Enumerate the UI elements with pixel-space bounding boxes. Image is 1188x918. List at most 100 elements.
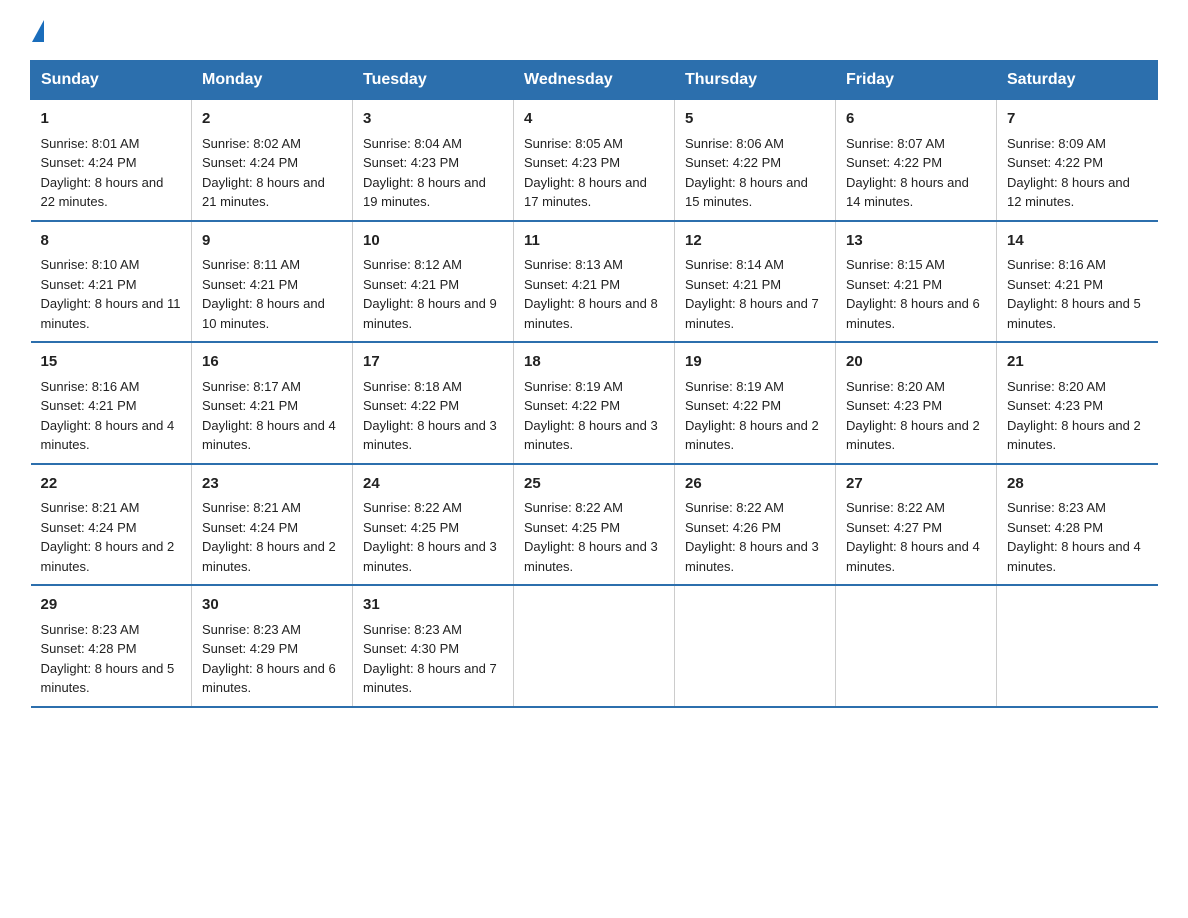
calendar-cell: 9 Sunrise: 8:11 AMSunset: 4:21 PMDayligh… — [192, 221, 353, 343]
weekday-header-sunday: Sunday — [31, 61, 192, 100]
day-number: 29 — [41, 594, 182, 617]
calendar-cell: 19 Sunrise: 8:19 AMSunset: 4:22 PMDaylig… — [675, 342, 836, 464]
day-info: Sunrise: 8:01 AMSunset: 4:24 PMDaylight:… — [41, 136, 164, 210]
day-info: Sunrise: 8:21 AMSunset: 4:24 PMDaylight:… — [202, 500, 336, 574]
day-number: 8 — [41, 230, 182, 253]
day-info: Sunrise: 8:02 AMSunset: 4:24 PMDaylight:… — [202, 136, 325, 210]
calendar-cell: 31 Sunrise: 8:23 AMSunset: 4:30 PMDaylig… — [353, 585, 514, 707]
day-number: 18 — [524, 351, 664, 374]
day-info: Sunrise: 8:15 AMSunset: 4:21 PMDaylight:… — [846, 257, 980, 331]
calendar-cell: 7 Sunrise: 8:09 AMSunset: 4:22 PMDayligh… — [997, 100, 1158, 221]
day-number: 17 — [363, 351, 503, 374]
day-info: Sunrise: 8:21 AMSunset: 4:24 PMDaylight:… — [41, 500, 175, 574]
day-number: 4 — [524, 108, 664, 131]
weekday-header-saturday: Saturday — [997, 61, 1158, 100]
weekday-header-wednesday: Wednesday — [514, 61, 675, 100]
day-number: 1 — [41, 108, 182, 131]
day-number: 28 — [1007, 473, 1148, 496]
calendar-cell — [514, 585, 675, 707]
day-info: Sunrise: 8:05 AMSunset: 4:23 PMDaylight:… — [524, 136, 647, 210]
day-info: Sunrise: 8:09 AMSunset: 4:22 PMDaylight:… — [1007, 136, 1130, 210]
day-number: 14 — [1007, 230, 1148, 253]
day-number: 21 — [1007, 351, 1148, 374]
calendar-cell — [836, 585, 997, 707]
day-number: 31 — [363, 594, 503, 617]
logo-triangle-icon — [32, 20, 44, 42]
day-number: 7 — [1007, 108, 1148, 131]
calendar-cell — [675, 585, 836, 707]
day-info: Sunrise: 8:16 AMSunset: 4:21 PMDaylight:… — [1007, 257, 1141, 331]
weekday-header-friday: Friday — [836, 61, 997, 100]
calendar-cell: 25 Sunrise: 8:22 AMSunset: 4:25 PMDaylig… — [514, 464, 675, 586]
day-number: 25 — [524, 473, 664, 496]
calendar-table: SundayMondayTuesdayWednesdayThursdayFrid… — [30, 60, 1158, 708]
page-header — [30, 20, 1158, 40]
calendar-week-row: 29 Sunrise: 8:23 AMSunset: 4:28 PMDaylig… — [31, 585, 1158, 707]
calendar-cell: 28 Sunrise: 8:23 AMSunset: 4:28 PMDaylig… — [997, 464, 1158, 586]
day-info: Sunrise: 8:07 AMSunset: 4:22 PMDaylight:… — [846, 136, 969, 210]
day-info: Sunrise: 8:23 AMSunset: 4:30 PMDaylight:… — [363, 622, 497, 696]
day-info: Sunrise: 8:19 AMSunset: 4:22 PMDaylight:… — [685, 379, 819, 453]
calendar-cell: 24 Sunrise: 8:22 AMSunset: 4:25 PMDaylig… — [353, 464, 514, 586]
day-info: Sunrise: 8:13 AMSunset: 4:21 PMDaylight:… — [524, 257, 658, 331]
calendar-cell: 20 Sunrise: 8:20 AMSunset: 4:23 PMDaylig… — [836, 342, 997, 464]
day-number: 2 — [202, 108, 342, 131]
day-number: 9 — [202, 230, 342, 253]
logo-text — [30, 20, 44, 44]
day-number: 27 — [846, 473, 986, 496]
day-info: Sunrise: 8:20 AMSunset: 4:23 PMDaylight:… — [846, 379, 980, 453]
day-number: 5 — [685, 108, 825, 131]
day-number: 24 — [363, 473, 503, 496]
calendar-week-row: 8 Sunrise: 8:10 AMSunset: 4:21 PMDayligh… — [31, 221, 1158, 343]
day-number: 20 — [846, 351, 986, 374]
day-number: 19 — [685, 351, 825, 374]
calendar-cell: 6 Sunrise: 8:07 AMSunset: 4:22 PMDayligh… — [836, 100, 997, 221]
calendar-cell: 27 Sunrise: 8:22 AMSunset: 4:27 PMDaylig… — [836, 464, 997, 586]
day-number: 11 — [524, 230, 664, 253]
day-info: Sunrise: 8:20 AMSunset: 4:23 PMDaylight:… — [1007, 379, 1141, 453]
calendar-cell — [997, 585, 1158, 707]
calendar-cell: 12 Sunrise: 8:14 AMSunset: 4:21 PMDaylig… — [675, 221, 836, 343]
day-info: Sunrise: 8:22 AMSunset: 4:26 PMDaylight:… — [685, 500, 819, 574]
day-number: 3 — [363, 108, 503, 131]
calendar-cell: 17 Sunrise: 8:18 AMSunset: 4:22 PMDaylig… — [353, 342, 514, 464]
day-info: Sunrise: 8:10 AMSunset: 4:21 PMDaylight:… — [41, 257, 181, 331]
day-info: Sunrise: 8:23 AMSunset: 4:28 PMDaylight:… — [41, 622, 175, 696]
logo — [30, 20, 44, 40]
calendar-cell: 13 Sunrise: 8:15 AMSunset: 4:21 PMDaylig… — [836, 221, 997, 343]
day-info: Sunrise: 8:19 AMSunset: 4:22 PMDaylight:… — [524, 379, 658, 453]
calendar-cell: 22 Sunrise: 8:21 AMSunset: 4:24 PMDaylig… — [31, 464, 192, 586]
day-number: 30 — [202, 594, 342, 617]
calendar-cell: 18 Sunrise: 8:19 AMSunset: 4:22 PMDaylig… — [514, 342, 675, 464]
day-number: 22 — [41, 473, 182, 496]
day-number: 13 — [846, 230, 986, 253]
weekday-header-thursday: Thursday — [675, 61, 836, 100]
calendar-cell: 14 Sunrise: 8:16 AMSunset: 4:21 PMDaylig… — [997, 221, 1158, 343]
weekday-header-tuesday: Tuesday — [353, 61, 514, 100]
day-info: Sunrise: 8:16 AMSunset: 4:21 PMDaylight:… — [41, 379, 175, 453]
day-number: 10 — [363, 230, 503, 253]
day-info: Sunrise: 8:22 AMSunset: 4:27 PMDaylight:… — [846, 500, 980, 574]
day-number: 6 — [846, 108, 986, 131]
day-info: Sunrise: 8:18 AMSunset: 4:22 PMDaylight:… — [363, 379, 497, 453]
day-info: Sunrise: 8:23 AMSunset: 4:28 PMDaylight:… — [1007, 500, 1141, 574]
weekday-header-monday: Monday — [192, 61, 353, 100]
calendar-cell: 5 Sunrise: 8:06 AMSunset: 4:22 PMDayligh… — [675, 100, 836, 221]
day-info: Sunrise: 8:11 AMSunset: 4:21 PMDaylight:… — [202, 257, 325, 331]
calendar-week-row: 22 Sunrise: 8:21 AMSunset: 4:24 PMDaylig… — [31, 464, 1158, 586]
day-info: Sunrise: 8:12 AMSunset: 4:21 PMDaylight:… — [363, 257, 497, 331]
day-info: Sunrise: 8:04 AMSunset: 4:23 PMDaylight:… — [363, 136, 486, 210]
calendar-cell: 10 Sunrise: 8:12 AMSunset: 4:21 PMDaylig… — [353, 221, 514, 343]
day-number: 23 — [202, 473, 342, 496]
calendar-cell: 29 Sunrise: 8:23 AMSunset: 4:28 PMDaylig… — [31, 585, 192, 707]
calendar-cell: 15 Sunrise: 8:16 AMSunset: 4:21 PMDaylig… — [31, 342, 192, 464]
calendar-week-row: 1 Sunrise: 8:01 AMSunset: 4:24 PMDayligh… — [31, 100, 1158, 221]
day-info: Sunrise: 8:23 AMSunset: 4:29 PMDaylight:… — [202, 622, 336, 696]
day-number: 12 — [685, 230, 825, 253]
calendar-cell: 1 Sunrise: 8:01 AMSunset: 4:24 PMDayligh… — [31, 100, 192, 221]
calendar-cell: 16 Sunrise: 8:17 AMSunset: 4:21 PMDaylig… — [192, 342, 353, 464]
day-info: Sunrise: 8:22 AMSunset: 4:25 PMDaylight:… — [524, 500, 658, 574]
calendar-cell: 4 Sunrise: 8:05 AMSunset: 4:23 PMDayligh… — [514, 100, 675, 221]
calendar-week-row: 15 Sunrise: 8:16 AMSunset: 4:21 PMDaylig… — [31, 342, 1158, 464]
day-info: Sunrise: 8:22 AMSunset: 4:25 PMDaylight:… — [363, 500, 497, 574]
